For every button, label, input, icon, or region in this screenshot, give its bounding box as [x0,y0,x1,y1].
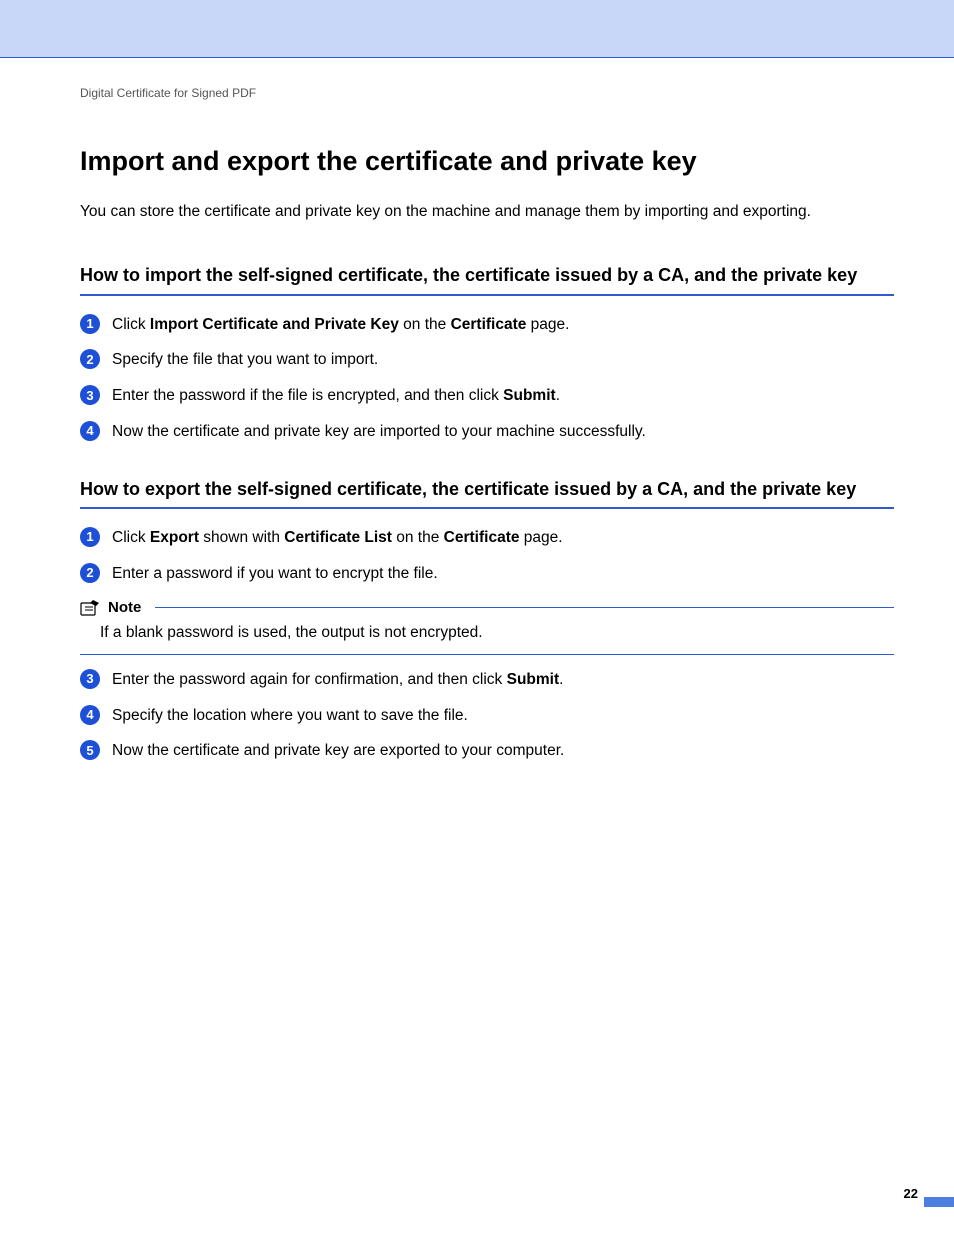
import-steps: 1 Click Import Certificate and Private K… [80,314,894,443]
note-label: Note [108,599,141,616]
list-item: 4 Specify the location where you want to… [80,705,894,727]
export-steps: 1 Click Export shown with Certificate Li… [80,527,894,762]
step-number-icon: 3 [80,385,100,405]
list-item: 5 Now the certificate and private key ar… [80,740,894,762]
note-icon [80,598,102,616]
step-number-icon: 1 [80,527,100,547]
note-body: If a blank password is used, the output … [100,622,894,644]
step-number-icon: 2 [80,563,100,583]
step-text: Now the certificate and private key are … [112,740,564,762]
list-item: 2 Specify the file that you want to impo… [80,349,894,371]
step-number-icon: 3 [80,669,100,689]
page-number: 22 [904,1186,918,1201]
list-item: 3 Enter the password again for confirmat… [80,669,894,691]
step-text: Now the certificate and private key are … [112,421,646,443]
section-heading-import: How to import the self-signed certificat… [80,263,894,295]
breadcrumb: Digital Certificate for Signed PDF [80,86,894,100]
section-heading-export: How to export the self-signed certificat… [80,477,894,509]
step-number-icon: 4 [80,705,100,725]
step-number-icon: 1 [80,314,100,334]
note-rule [155,607,894,608]
list-item: 1 Click Export shown with Certificate Li… [80,527,894,549]
step-text: Click Export shown with Certificate List… [112,527,563,549]
step-number-icon: 5 [80,740,100,760]
note-block: Note If a blank password is used, the ou… [80,598,894,655]
page-body: 4 Digital Certificate for Signed PDF Imp… [0,58,954,762]
step-text: Enter the password if the file is encryp… [112,385,560,407]
step-text: Specify the location where you want to s… [112,705,468,727]
list-item: 3 Enter the password if the file is encr… [80,385,894,407]
list-item: 4 Now the certificate and private key ar… [80,421,894,443]
footer-accent [924,1197,954,1207]
list-item: 1 Click Import Certificate and Private K… [80,314,894,336]
step-number-icon: 2 [80,349,100,369]
step-text: Enter the password again for confirmatio… [112,669,563,691]
step-text: Enter a password if you want to encrypt … [112,563,438,585]
step-number-icon: 4 [80,421,100,441]
step-text: Specify the file that you want to import… [112,349,378,371]
list-item: 2 Enter a password if you want to encryp… [80,563,894,585]
intro-paragraph: You can store the certificate and privat… [80,201,894,223]
note-rule-bottom [80,654,894,655]
top-band [0,0,954,58]
page-title: Import and export the certificate and pr… [80,146,894,177]
step-text: Click Import Certificate and Private Key… [112,314,569,336]
